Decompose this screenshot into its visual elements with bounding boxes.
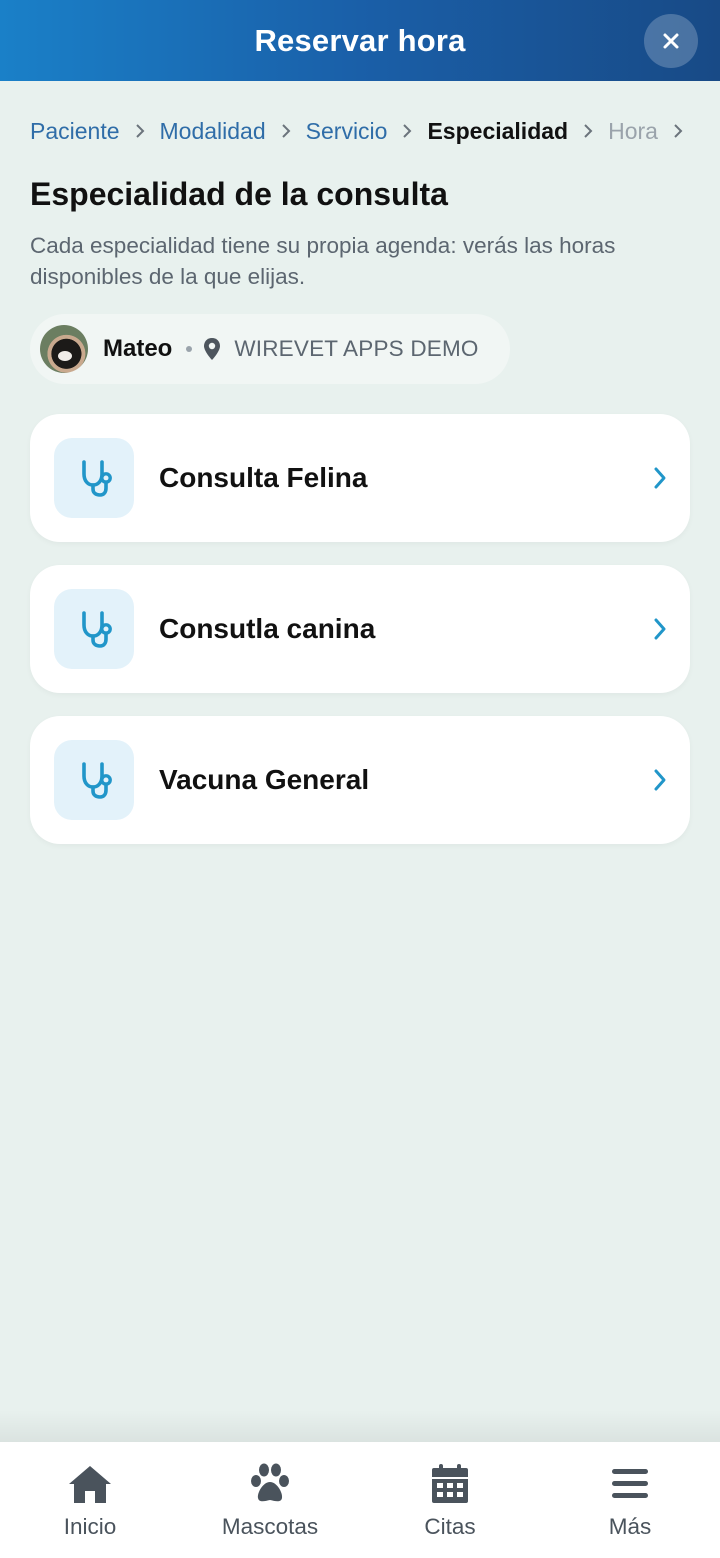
nav-label: Citas xyxy=(424,1514,476,1539)
calendar-icon xyxy=(430,1462,470,1506)
breadcrumb: Paciente Modalidad Servicio Especialidad… xyxy=(30,114,698,148)
paw-icon xyxy=(248,1462,292,1506)
nav-item-inicio[interactable]: Inicio xyxy=(0,1442,180,1558)
avatar xyxy=(40,325,88,373)
patient-chip: Mateo WIREVET APPS DEMO xyxy=(30,314,510,384)
chevron-right-icon xyxy=(280,122,292,140)
close-icon xyxy=(663,33,679,49)
specialty-card-vacuna-general[interactable]: Vacuna General xyxy=(30,716,690,844)
chevron-right-icon xyxy=(582,122,594,140)
breadcrumb-paciente[interactable]: Paciente xyxy=(30,118,120,145)
nav-label: Más xyxy=(608,1514,652,1539)
header-title: Reservar hora xyxy=(254,22,466,58)
nav-label: Mascotas xyxy=(221,1514,319,1539)
stethoscope-icon xyxy=(54,589,134,669)
chevron-right-icon xyxy=(134,122,146,140)
location-pin-icon xyxy=(202,337,222,361)
bottom-nav: Inicio Mascotas Citas Más xyxy=(0,1442,720,1558)
nav-item-mas[interactable]: Más xyxy=(540,1442,720,1558)
clinic-name: WIREVET APPS DEMO xyxy=(234,336,479,361)
specialty-card-consulta-canina[interactable]: Consutla canina xyxy=(30,565,690,693)
nav-item-mascotas[interactable]: Mascotas xyxy=(180,1442,360,1558)
breadcrumb-modalidad[interactable]: Modalidad xyxy=(160,118,266,145)
close-button[interactable] xyxy=(644,14,698,68)
specialty-label: Vacuna General xyxy=(159,764,370,795)
bottom-nav-shadow xyxy=(0,1410,720,1442)
patient-name: Mateo xyxy=(103,335,173,362)
nav-item-citas[interactable]: Citas xyxy=(360,1442,540,1558)
separator-dot xyxy=(186,346,193,352)
chevron-right-icon xyxy=(401,122,413,140)
home-icon xyxy=(66,1462,114,1506)
stethoscope-icon xyxy=(54,740,134,820)
chevron-right-icon xyxy=(652,465,668,491)
breadcrumb-especialidad: Especialidad xyxy=(427,117,569,144)
breadcrumb-servicio[interactable]: Servicio xyxy=(306,118,388,145)
nav-label: Inicio xyxy=(63,1514,117,1539)
page-title: Especialidad de la consulta xyxy=(30,176,448,212)
menu-icon xyxy=(610,1462,650,1506)
page-subtitle: Cada especialidad tiene su propia agenda… xyxy=(30,233,616,289)
specialty-label: Consutla canina xyxy=(159,613,376,644)
stethoscope-icon xyxy=(54,438,134,518)
chevron-right-icon xyxy=(672,122,684,140)
breadcrumb-hora: Hora xyxy=(608,117,658,144)
chevron-right-icon xyxy=(652,616,668,642)
app-header: Reservar hora xyxy=(0,0,720,81)
chevron-right-icon xyxy=(652,767,668,793)
specialty-card-consulta-felina[interactable]: Consulta Felina xyxy=(30,414,690,542)
specialty-label: Consulta Felina xyxy=(159,462,368,493)
